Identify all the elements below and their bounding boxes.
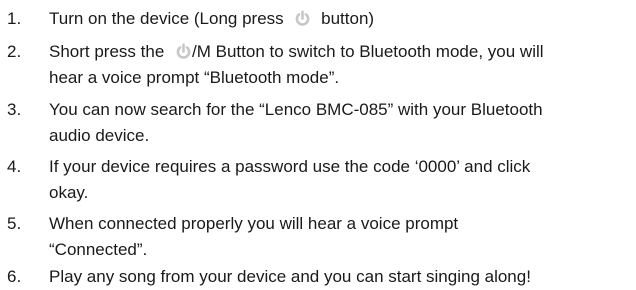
step-text: When connected properly you will hear a … (49, 211, 633, 263)
power-icon (175, 43, 192, 60)
step-line: You can now search for the “Lenco BMC-08… (49, 100, 543, 119)
step-line: okay. (49, 183, 89, 202)
step-text-segment: Short press the (49, 42, 165, 61)
step-number: 5. (7, 214, 22, 233)
step-text: Turn on the device (Long press button) (49, 6, 633, 32)
step-line: When connected properly you will hear a … (49, 214, 459, 233)
step-text: You can now search for the “Lenco BMC-08… (49, 97, 633, 149)
step-line: hear a voice prompt “Bluetooth mode”. (49, 68, 340, 87)
step-text-segment: /M Button to switch to Bluetooth mode, y… (192, 42, 544, 61)
step-number: 6. (7, 267, 22, 286)
step-number: 3. (7, 100, 22, 119)
step-text: Play any song from your device and you c… (49, 264, 633, 290)
step-line: Turn on the device (Long press button) (49, 6, 633, 32)
step-line: “Connected”. (49, 240, 148, 259)
step-text-segment: button) (321, 9, 375, 28)
step-number: 1. (7, 9, 22, 28)
step-line: Short press the /M Button to switch to B… (49, 39, 633, 65)
step-text-segment: Turn on the device (Long press (49, 9, 284, 28)
power-icon (294, 10, 311, 27)
step-line: If your device requires a password use t… (49, 157, 531, 176)
step-line: audio device. (49, 126, 150, 145)
step-number: 4. (7, 157, 22, 176)
step-number: 2. (7, 42, 22, 61)
instruction-list: 1. Turn on the device (Long press button… (0, 0, 636, 290)
step-text: Short press the /M Button to switch to B… (49, 39, 633, 91)
step-line: Play any song from your device and you c… (49, 267, 531, 286)
step-text: If your device requires a password use t… (49, 154, 633, 206)
